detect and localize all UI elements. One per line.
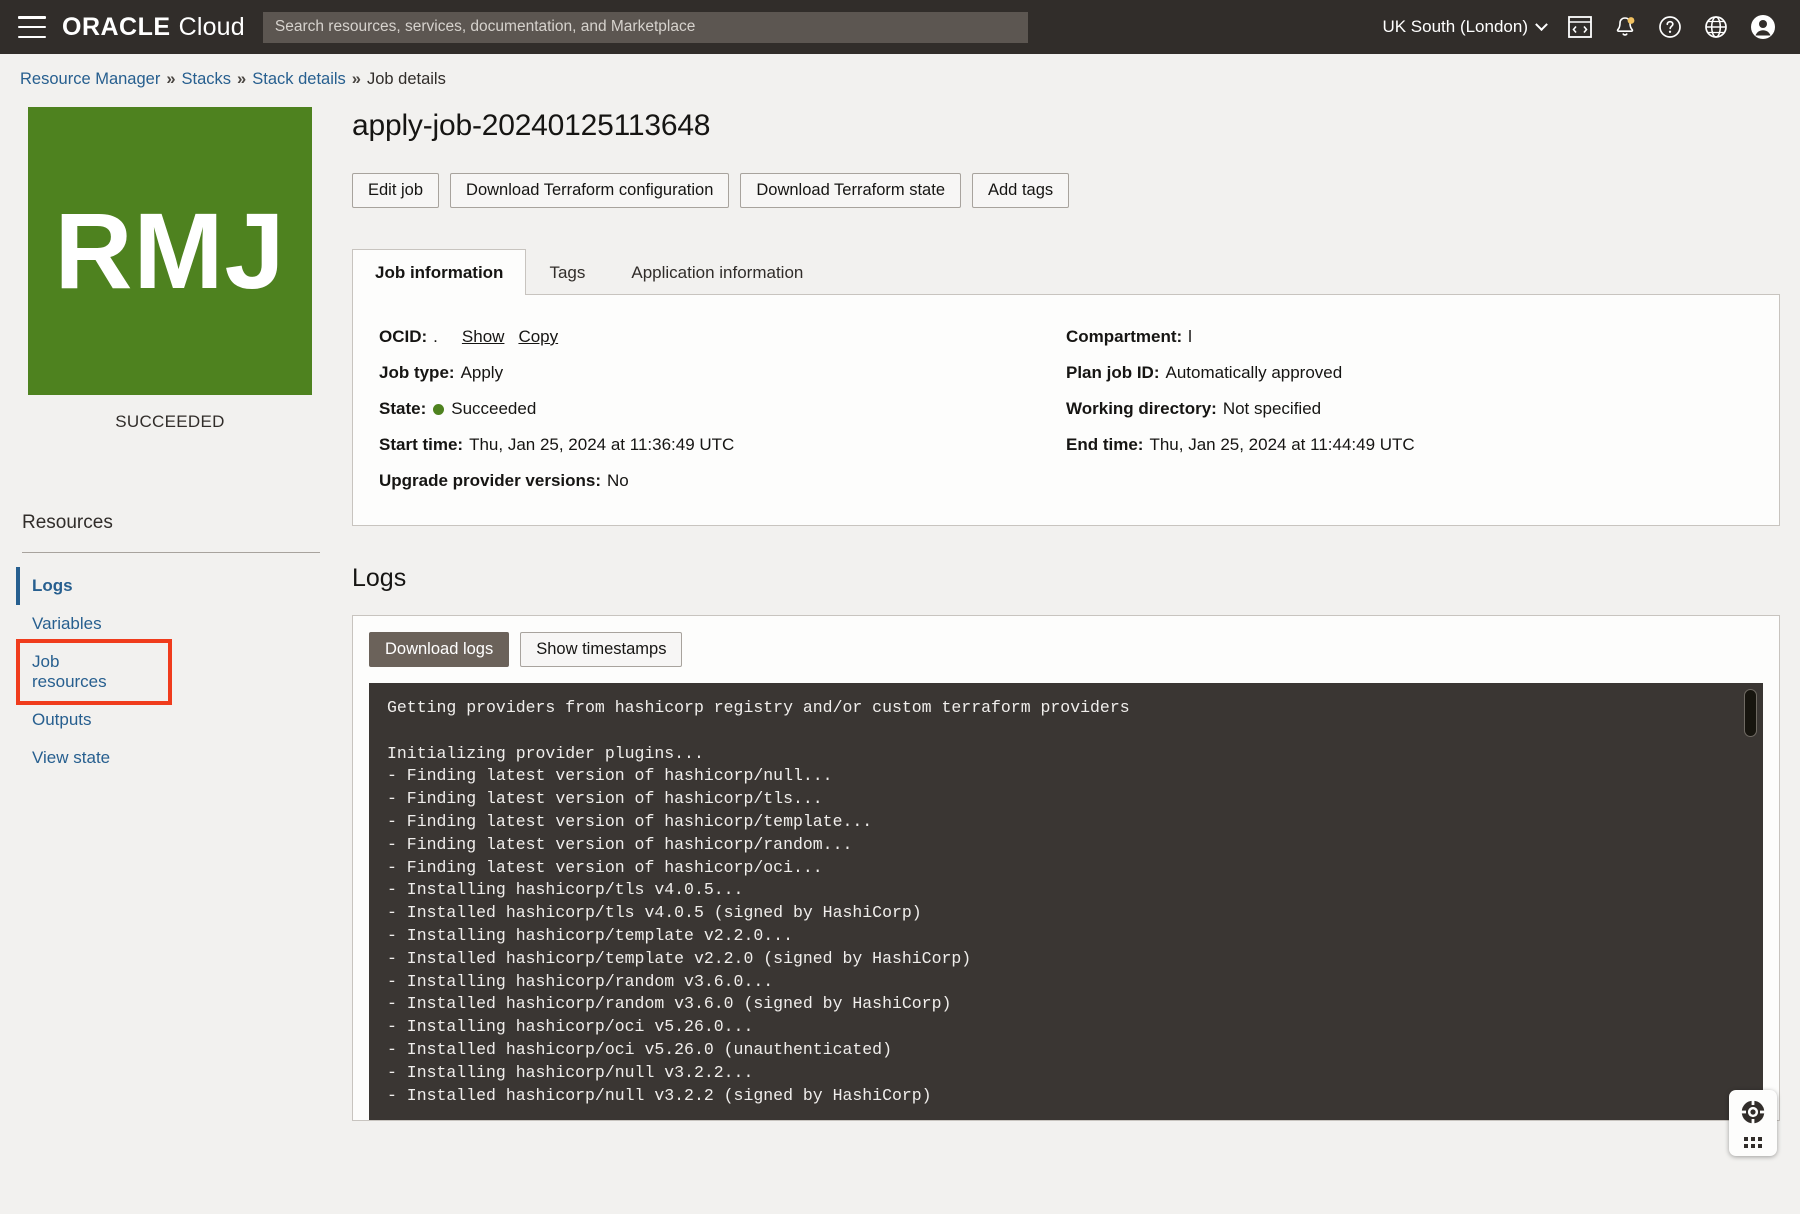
- detail-row-job-type: Job type: Apply: [379, 355, 1066, 391]
- avatar-initials: RMJ: [54, 190, 286, 311]
- state-value: Succeeded: [451, 399, 537, 418]
- job-detail-tabs: Job information Tags Application informa…: [352, 248, 1780, 295]
- page-title: apply-job-20240125113648: [352, 109, 711, 142]
- brand-cloud-text: Cloud: [178, 12, 245, 41]
- user-profile-icon[interactable]: [1750, 14, 1776, 40]
- notifications-bell-icon[interactable]: [1614, 15, 1636, 39]
- app-grid-icon[interactable]: [1744, 1136, 1762, 1148]
- job-details-right-column: Compartment: l Plan job ID: Automaticall…: [1066, 319, 1753, 499]
- logs-console-text: Getting providers from hashicorp registr…: [387, 698, 1130, 1105]
- job-details-left-column: OCID: . Show Copy Job type: Apply State:…: [379, 319, 1066, 499]
- detail-row-start-time: Start time: Thu, Jan 25, 2024 at 11:36:4…: [379, 427, 1066, 463]
- tab-tags[interactable]: Tags: [526, 249, 608, 295]
- start-time-value: Thu, Jan 25, 2024 at 11:36:49 UTC: [469, 435, 735, 454]
- language-globe-icon[interactable]: [1704, 15, 1728, 39]
- sidebar-item-outputs[interactable]: Outputs: [20, 701, 92, 739]
- download-terraform-configuration-button[interactable]: Download Terraform configuration: [450, 173, 730, 208]
- state-label: State:: [379, 399, 427, 418]
- life-ring-support-icon[interactable]: [1740, 1099, 1766, 1130]
- detail-row-upgrade-provider-versions: Upgrade provider versions: No: [379, 463, 1066, 499]
- end-time-label: End time:: [1066, 435, 1144, 454]
- top-bar-right-cluster: UK South (London): [1382, 14, 1782, 40]
- logs-heading: Logs: [352, 564, 407, 592]
- end-time-value: Thu, Jan 25, 2024 at 11:44:49 UTC: [1149, 435, 1415, 454]
- compartment-value: l: [1188, 327, 1192, 346]
- breadcrumb-separator: »: [351, 70, 361, 88]
- start-time-label: Start time:: [379, 435, 464, 454]
- search-input[interactable]: [262, 11, 1028, 43]
- breadcrumb: Resource Manager » Stacks » Stack detail…: [0, 54, 1800, 101]
- help-icon[interactable]: [1658, 15, 1682, 39]
- logs-toolbar: Download logs Show timestamps: [369, 632, 1763, 667]
- top-navigation-bar: ORACLE Cloud UK South (London): [0, 0, 1800, 54]
- detail-row-ocid: OCID: . Show Copy: [379, 319, 1066, 355]
- job-information-panel: OCID: . Show Copy Job type: Apply State:…: [352, 295, 1780, 526]
- detail-row-plan-job-id: Plan job ID: Automatically approved: [1066, 355, 1753, 391]
- breadcrumb-item-stacks[interactable]: Stacks: [182, 70, 232, 89]
- breadcrumb-separator: »: [166, 70, 176, 88]
- breadcrumb-item-stack-details[interactable]: Stack details: [252, 70, 346, 89]
- plan-job-id-value: Automatically approved: [1165, 363, 1343, 382]
- cloud-shell-icon[interactable]: [1568, 16, 1592, 38]
- brand-oracle-text: ORACLE: [62, 12, 171, 41]
- chevron-down-icon: [1535, 17, 1548, 31]
- breadcrumb-item-resource-manager[interactable]: Resource Manager: [20, 70, 160, 89]
- ocid-copy-link[interactable]: Copy: [518, 327, 558, 347]
- hamburger-menu-icon[interactable]: [18, 16, 46, 38]
- tab-application-information[interactable]: Application information: [608, 249, 826, 295]
- job-avatar-tile: RMJ: [28, 107, 312, 395]
- job-status-label: SUCCEEDED: [115, 412, 225, 431]
- job-action-buttons: Edit job Download Terraform configuratio…: [352, 173, 1780, 208]
- job-type-label: Job type:: [379, 363, 455, 382]
- upgrade-provider-versions-label: Upgrade provider versions:: [379, 471, 602, 490]
- plan-job-id-label: Plan job ID:: [1066, 363, 1160, 382]
- tab-job-information[interactable]: Job information: [352, 249, 527, 295]
- resources-list: Logs Variables Job resources Outputs Vie…: [16, 567, 320, 777]
- region-label: UK South (London): [1382, 17, 1528, 36]
- oracle-cloud-logo[interactable]: ORACLE Cloud: [62, 13, 245, 42]
- sidebar-item-job-resources[interactable]: Job resources: [16, 639, 172, 705]
- region-selector[interactable]: UK South (London): [1382, 17, 1548, 37]
- sidebar-item-variables[interactable]: Variables: [20, 605, 102, 643]
- breadcrumb-separator: »: [237, 70, 247, 88]
- sidebar-item-view-state[interactable]: View state: [20, 739, 110, 777]
- left-sidebar: RMJ SUCCEEDED Resources Logs Variables J…: [16, 101, 320, 777]
- ocid-show-link[interactable]: Show: [462, 327, 505, 347]
- compartment-label: Compartment:: [1066, 327, 1183, 346]
- detail-row-state: State: Succeeded: [379, 391, 1066, 427]
- breadcrumb-item-job-details: Job details: [366, 70, 446, 88]
- ocid-value: .: [433, 327, 438, 346]
- edit-job-button[interactable]: Edit job: [352, 173, 440, 208]
- sidebar-item-logs[interactable]: Logs: [16, 567, 73, 605]
- detail-row-working-directory: Working directory: Not specified: [1066, 391, 1753, 427]
- logs-card: Download logs Show timestamps Getting pr…: [352, 615, 1780, 1121]
- working-directory-value: Not specified: [1222, 399, 1322, 418]
- add-tags-button[interactable]: Add tags: [972, 173, 1070, 208]
- show-timestamps-button[interactable]: Show timestamps: [520, 632, 683, 667]
- job-type-value: Apply: [460, 363, 504, 382]
- working-directory-label: Working directory:: [1066, 399, 1217, 418]
- resources-divider: [22, 552, 320, 553]
- logs-scrollbar[interactable]: [1744, 689, 1757, 1114]
- logs-scrollbar-thumb[interactable]: [1744, 689, 1757, 737]
- main-content: apply-job-20240125113648 Edit job Downlo…: [320, 101, 1780, 1121]
- upgrade-provider-versions-value: No: [607, 471, 629, 490]
- download-logs-button[interactable]: Download logs: [369, 632, 510, 667]
- download-terraform-state-button[interactable]: Download Terraform state: [740, 173, 961, 208]
- detail-row-end-time: End time: Thu, Jan 25, 2024 at 11:44:49 …: [1066, 427, 1753, 463]
- page-body: RMJ SUCCEEDED Resources Logs Variables J…: [0, 101, 1800, 1121]
- resources-heading: Resources: [22, 512, 113, 533]
- detail-row-compartment: Compartment: l: [1066, 319, 1753, 355]
- ocid-label: OCID:: [379, 327, 428, 346]
- status-badge-dot-icon: [433, 403, 445, 415]
- support-widget[interactable]: [1729, 1090, 1777, 1156]
- logs-console[interactable]: Getting providers from hashicorp registr…: [369, 683, 1763, 1120]
